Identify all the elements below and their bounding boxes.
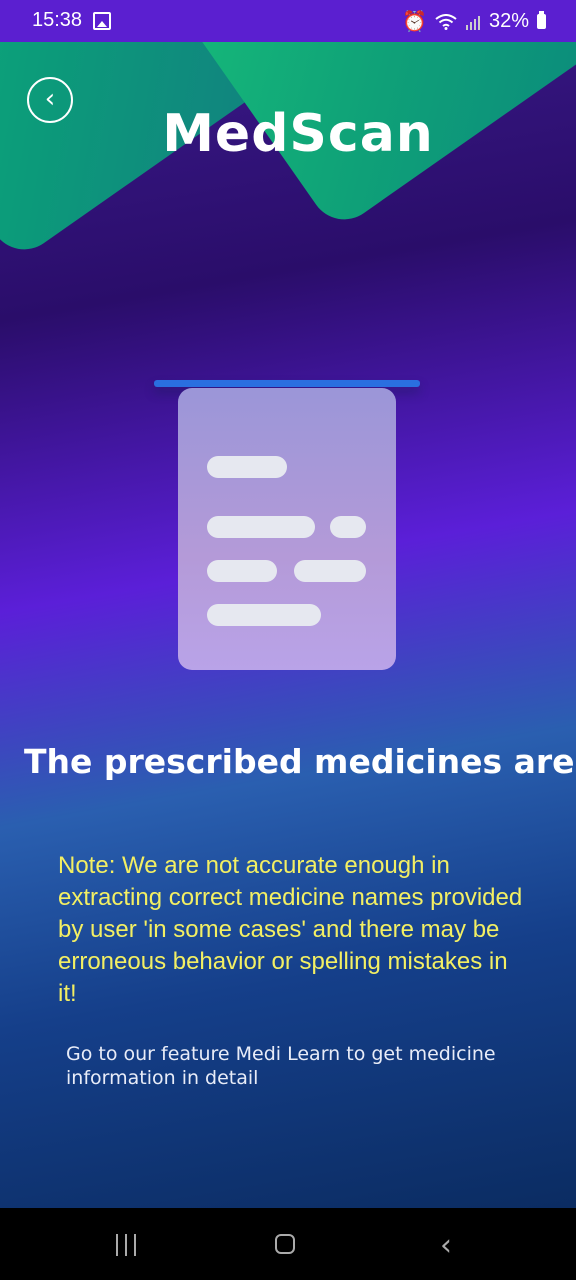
recent-apps-icon[interactable] [114, 1234, 138, 1256]
wifi-icon [435, 13, 457, 30]
app-title: MedScan [162, 104, 434, 164]
document-line [207, 456, 287, 478]
system-nav-bar: ‹ [0, 1208, 576, 1280]
document-line [207, 560, 277, 582]
document-line [330, 516, 366, 538]
status-time: 15:38 [32, 9, 83, 31]
battery-icon [537, 11, 546, 29]
scan-result-screen: ‹ MedScan The prescribed medicines are :… [0, 42, 576, 1208]
battery-label: 32% [488, 10, 529, 32]
signal-icon [465, 15, 480, 30]
document-line [207, 604, 321, 626]
alarm-icon: ⏰ [402, 11, 427, 33]
image-icon [93, 12, 111, 30]
document-line [294, 560, 366, 582]
status-icons: ⏰ 32% [402, 9, 546, 34]
home-icon[interactable] [275, 1234, 295, 1254]
scanner-bar [154, 380, 420, 387]
medicines-heading: The prescribed medicines are : [24, 742, 576, 781]
accuracy-note: Note: We are not accurate enough in extr… [58, 852, 523, 1007]
status-bar: 15:38 ⏰ 32% [0, 0, 576, 42]
back-icon[interactable]: ‹ [440, 1228, 452, 1263]
document-illustration [178, 388, 396, 670]
document-line [207, 516, 315, 538]
medi-learn-info: Go to our feature Medi Learn to get medi… [66, 1043, 496, 1089]
